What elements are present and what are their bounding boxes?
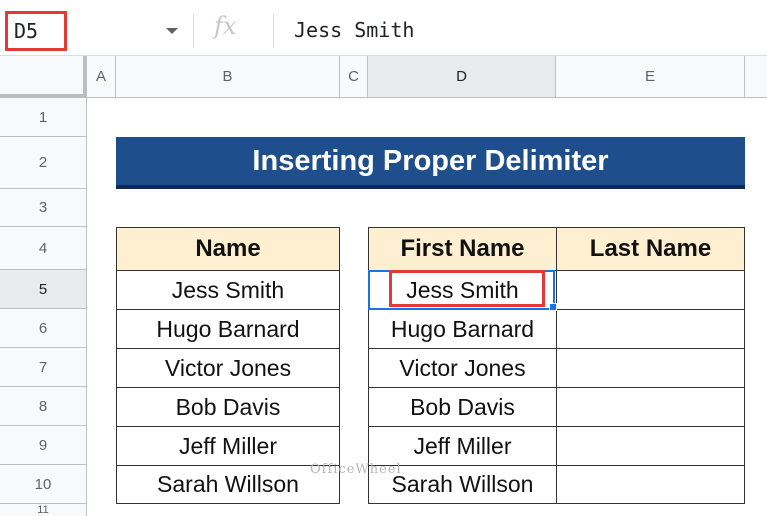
row-header-7[interactable]: 7: [0, 348, 87, 387]
select-all-corner[interactable]: [0, 56, 87, 98]
name-box[interactable]: D5: [5, 11, 67, 51]
last-name-cell[interactable]: [556, 426, 745, 466]
first-name-cell[interactable]: Jess Smith: [368, 270, 557, 310]
row-header-5[interactable]: 5: [0, 270, 87, 309]
name-cell[interactable]: Sarah Willson: [116, 465, 340, 504]
last-name-cell[interactable]: [556, 348, 745, 388]
last-name-cell[interactable]: [556, 270, 745, 310]
row-header-11[interactable]: 11: [0, 504, 87, 516]
column-header-a[interactable]: A: [87, 56, 116, 98]
name-cell[interactable]: Jess Smith: [116, 270, 340, 310]
watermark: OfficeWheel: [310, 462, 402, 477]
last-name-cell[interactable]: [556, 387, 745, 427]
last-name-cell[interactable]: [556, 309, 745, 349]
column-header-b[interactable]: B: [116, 56, 340, 98]
fx-icon: fx: [214, 12, 237, 40]
formula-bar: D5 fx Jess Smith: [0, 0, 767, 62]
row-header-9[interactable]: 9: [0, 426, 87, 465]
sheet-title: Inserting Proper Delimiter: [116, 137, 745, 189]
name-header[interactable]: Name: [116, 227, 340, 271]
first-name-cell[interactable]: Hugo Barnard: [368, 309, 557, 349]
row-header-6[interactable]: 6: [0, 309, 87, 348]
row-header-3[interactable]: 3: [0, 189, 87, 227]
column-header-d[interactable]: D: [368, 56, 556, 98]
column-header-e[interactable]: E: [556, 56, 745, 98]
first-name-cell[interactable]: Jeff Miller: [368, 426, 557, 466]
row-header-8[interactable]: 8: [0, 387, 87, 426]
formula-input[interactable]: Jess Smith: [294, 18, 414, 42]
name-box-dropdown-icon[interactable]: [166, 28, 178, 34]
name-cell[interactable]: Victor Jones: [116, 348, 340, 388]
fill-handle[interactable]: [549, 303, 557, 311]
column-header-c[interactable]: C: [340, 56, 368, 98]
row-header-4[interactable]: 4: [0, 227, 87, 270]
row-header-2[interactable]: 2: [0, 137, 87, 189]
formula-bar-divider: [273, 14, 274, 48]
name-cell[interactable]: Jeff Miller: [116, 426, 340, 466]
name-cell[interactable]: Hugo Barnard: [116, 309, 340, 349]
last-name-header[interactable]: Last Name: [556, 227, 745, 271]
first-name-cell[interactable]: Bob Davis: [368, 387, 557, 427]
name-cell[interactable]: Bob Davis: [116, 387, 340, 427]
column-header-f[interactable]: [745, 56, 767, 98]
row-header-10[interactable]: 10: [0, 465, 87, 504]
first-name-cell[interactable]: Victor Jones: [368, 348, 557, 388]
formula-bar-divider: [193, 14, 194, 48]
first-name-header[interactable]: First Name: [368, 227, 557, 271]
row-header-1[interactable]: 1: [0, 98, 87, 137]
last-name-cell[interactable]: [556, 465, 745, 504]
